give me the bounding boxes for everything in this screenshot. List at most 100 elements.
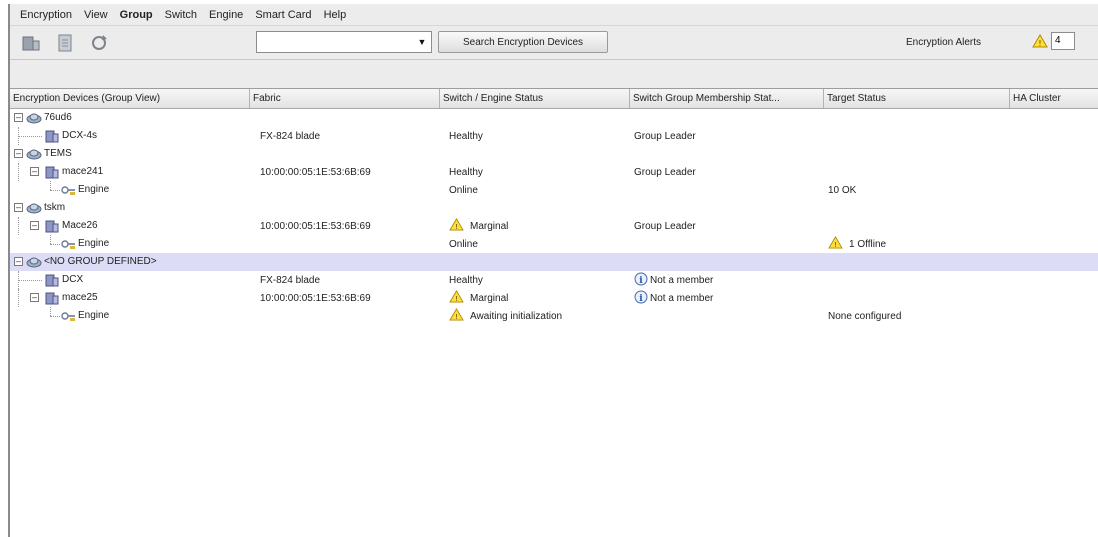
menu-smart-card[interactable]: Smart Card: [249, 9, 317, 21]
table-row[interactable]: – mace25 10:00:00:05:1E:53:6B:69! Marginal i…: [10, 289, 1098, 307]
table-row[interactable]: – Mace26 10:00:00:05:1E:53:6B:69! Marginal G…: [10, 217, 1098, 235]
column-header-membership[interactable]: Switch Group Membership Stat...: [630, 89, 824, 108]
column-header-ha-cluster[interactable]: HA Cluster: [1010, 89, 1098, 108]
tree-cell[interactable]: DCX: [10, 271, 250, 289]
table-row[interactable]: DCX FX-824 blade Healthy i Not a member: [10, 271, 1098, 289]
tree-cell[interactable]: – Mace26: [10, 217, 250, 235]
status-cell: [440, 253, 630, 271]
encryption-alerts-label: Encryption Alerts: [906, 37, 982, 48]
column-header-target-status[interactable]: Target Status: [824, 89, 1010, 108]
fabric-cell: 10:00:00:05:1E:53:6B:69: [250, 163, 440, 181]
switch-properties-icon[interactable]: [18, 30, 44, 56]
collapse-toggle-icon[interactable]: –: [30, 293, 39, 302]
status-cell: Healthy: [440, 127, 630, 145]
device-name: tskm: [44, 202, 66, 213]
status-cell: Healthy: [440, 271, 630, 289]
collapse-toggle-icon[interactable]: –: [14, 203, 23, 212]
device-name: <NO GROUP DEFINED>: [44, 256, 157, 267]
tree-cell[interactable]: – 76ud6: [10, 109, 250, 127]
ha-cluster-cell: [1010, 289, 1098, 307]
status-cell: ! Awaiting initialization: [440, 307, 630, 325]
tree-cell[interactable]: – <NO GROUP DEFINED>: [10, 253, 250, 271]
status-cell-text: Healthy: [449, 274, 483, 286]
column-header-fabric[interactable]: Fabric: [250, 89, 440, 108]
info-icon: i: [634, 290, 648, 307]
ha-cluster-cell: [1010, 163, 1098, 181]
table-row[interactable]: Engine Online 10 OK: [10, 181, 1098, 199]
membership-cell-text: Group Leader: [634, 220, 696, 232]
tree-line: [50, 190, 60, 191]
status-cell-text: Healthy: [449, 166, 483, 178]
device-name: mace241: [62, 166, 104, 177]
fabric-cell-text: FX-824 blade: [260, 130, 321, 142]
menu-encryption[interactable]: Encryption: [14, 9, 78, 21]
tree-cell[interactable]: – mace241: [10, 163, 250, 181]
ha-cluster-cell: [1010, 181, 1098, 199]
tree-cell[interactable]: – tskm: [10, 199, 250, 217]
status-cell: [440, 109, 630, 127]
table-row[interactable]: Engine Online! 1 Offline: [10, 235, 1098, 253]
collapse-toggle-icon[interactable]: –: [30, 167, 39, 176]
collapse-toggle-icon[interactable]: –: [14, 149, 23, 158]
fabric-cell-text: FX-824 blade: [260, 274, 321, 286]
column-header-devices[interactable]: Encryption Devices (Group View): [10, 89, 250, 108]
collapse-toggle-icon[interactable]: –: [14, 257, 23, 266]
document-icon[interactable]: [52, 30, 78, 56]
fabric-cell: [250, 109, 440, 127]
search-combo[interactable]: ▼: [256, 31, 432, 53]
group-icon: [26, 255, 42, 269]
menu-group[interactable]: Group: [114, 9, 159, 21]
status-cell-text: Online: [449, 238, 478, 250]
collapse-toggle-icon[interactable]: –: [14, 113, 23, 122]
tree-cell[interactable]: Engine: [10, 235, 250, 253]
membership-cell: [630, 235, 824, 253]
status-cell: Healthy: [440, 163, 630, 181]
table-row[interactable]: Engine ! Awaiting initialization None confi…: [10, 307, 1098, 325]
table-row[interactable]: – <NO GROUP DEFINED>: [10, 253, 1098, 271]
search-encryption-devices-button[interactable]: Search Encryption Devices: [438, 31, 608, 53]
table-row[interactable]: – 76ud6: [10, 109, 1098, 127]
device-name: Engine: [78, 238, 110, 249]
tree-cell[interactable]: DCX-4s: [10, 127, 250, 145]
switch-icon: [44, 129, 60, 143]
tree-cell[interactable]: Engine: [10, 307, 250, 325]
menu-help[interactable]: Help: [318, 9, 353, 21]
tree-cell[interactable]: Engine: [10, 181, 250, 199]
column-header-status[interactable]: Switch / Engine Status: [440, 89, 630, 108]
collapse-toggle-icon[interactable]: –: [30, 221, 39, 230]
tree-cell[interactable]: – mace25: [10, 289, 250, 307]
menu-bar: Encryption View Group Switch Engine Smart Car…: [10, 4, 1098, 26]
fabric-cell: FX-824 blade: [250, 271, 440, 289]
target-status-cell: [824, 271, 1010, 289]
target-status-cell-text: None configured: [828, 310, 902, 322]
device-name: mace25: [62, 292, 98, 303]
target-status-cell: [824, 127, 1010, 145]
fabric-cell: [250, 253, 440, 271]
warning-icon: !: [449, 290, 464, 306]
switch-icon: [44, 219, 60, 233]
tree-line: [50, 307, 51, 316]
ha-cluster-cell: [1010, 253, 1098, 271]
membership-cell: [630, 307, 824, 325]
fabric-cell: FX-824 blade: [250, 127, 440, 145]
table-row[interactable]: – TEMS: [10, 145, 1098, 163]
target-status-cell: [824, 217, 1010, 235]
table-row[interactable]: – mace241 10:00:00:05:1E:53:6B:69 Healthy Gr…: [10, 163, 1098, 181]
menu-switch[interactable]: Switch: [159, 9, 203, 21]
menu-engine[interactable]: Engine: [203, 9, 249, 21]
membership-cell: Group Leader: [630, 127, 824, 145]
warning-icon: !: [449, 218, 464, 234]
search-input[interactable]: [257, 32, 413, 52]
tree-cell[interactable]: – TEMS: [10, 145, 250, 163]
fabric-cell-text: 10:00:00:05:1E:53:6B:69: [260, 292, 371, 304]
menu-view[interactable]: View: [78, 9, 114, 21]
membership-cell: [630, 145, 824, 163]
chevron-down-icon[interactable]: ▼: [413, 32, 431, 52]
fabric-cell: [250, 181, 440, 199]
encryption-alerts[interactable]: ! 4: [1032, 32, 1075, 50]
table-row[interactable]: – tskm: [10, 199, 1098, 217]
encryption-center-window: Encryption View Group Switch Engine Smart Car…: [8, 4, 1098, 537]
device-name: TEMS: [44, 148, 72, 159]
refresh-icon[interactable]: [86, 30, 112, 56]
table-row[interactable]: DCX-4s FX-824 blade Healthy Group Leader: [10, 127, 1098, 145]
